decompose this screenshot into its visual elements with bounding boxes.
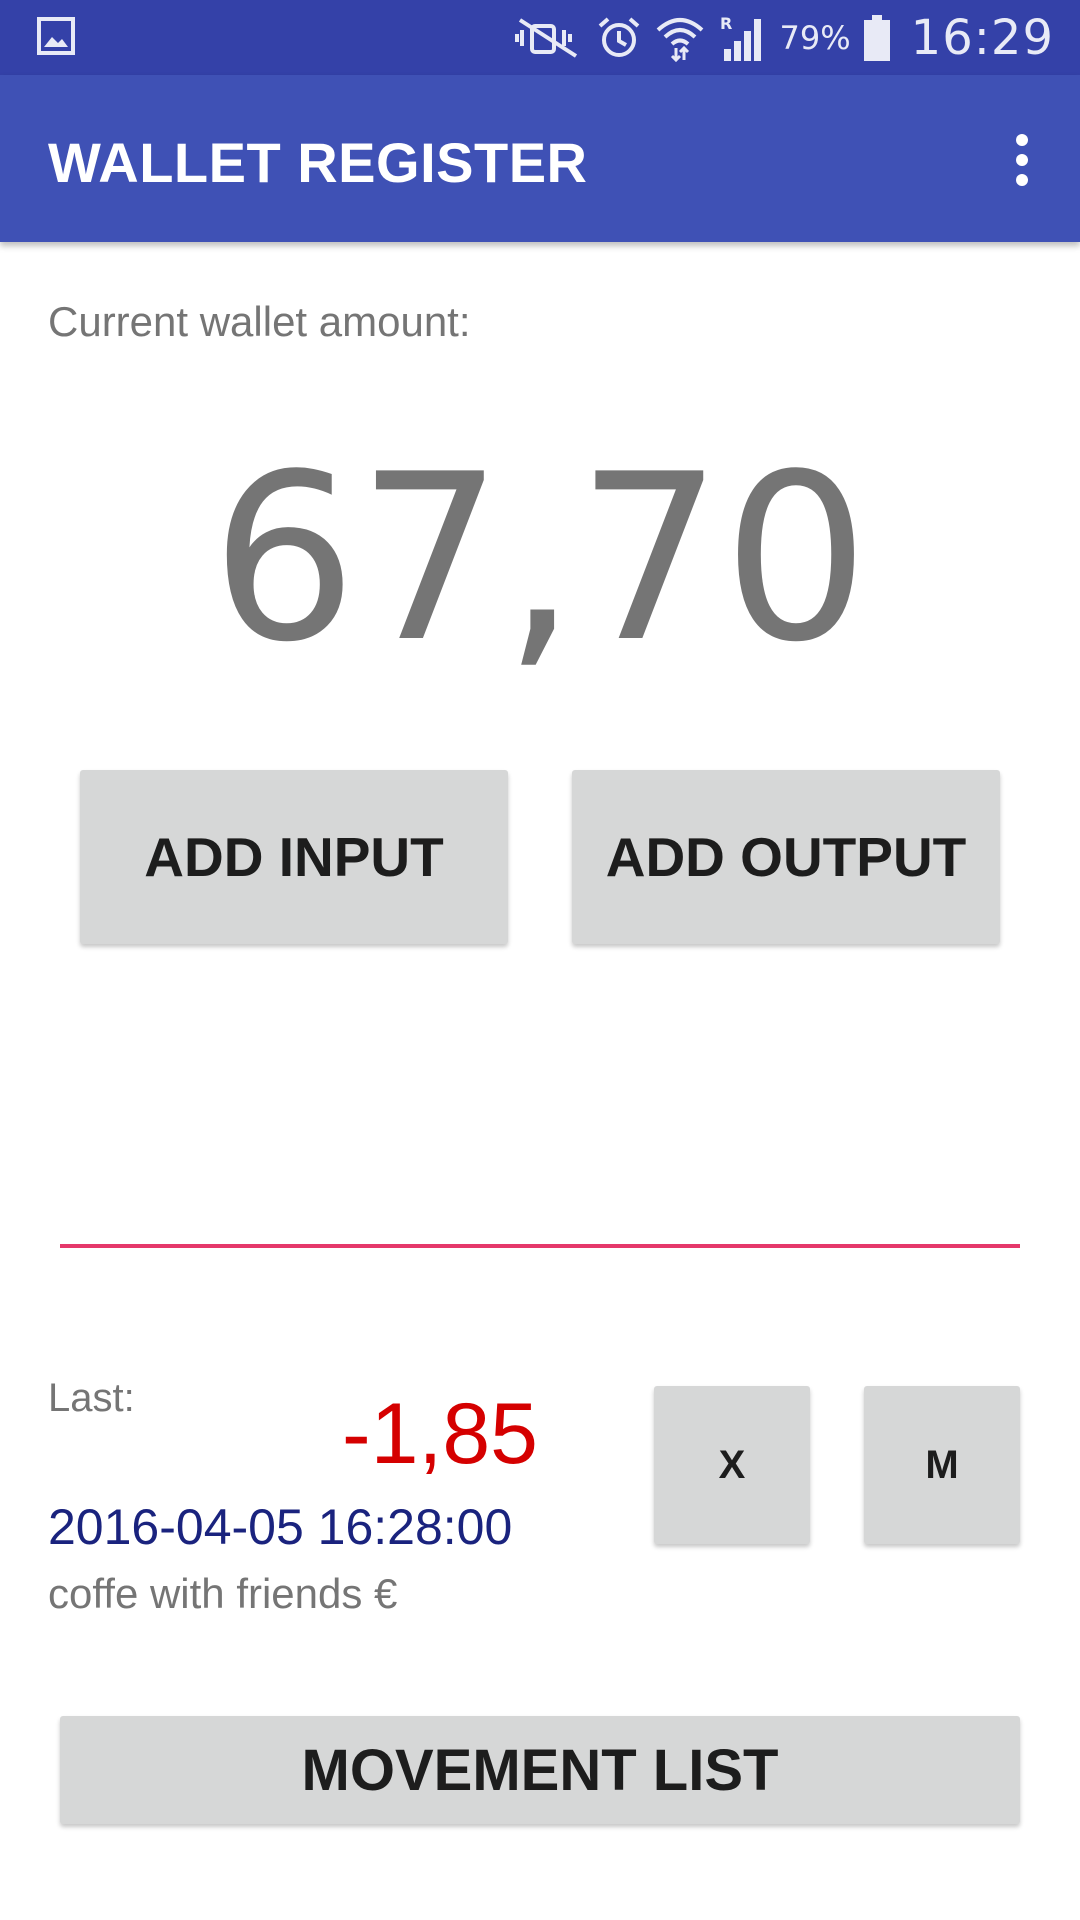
last-movement-label: Last: xyxy=(48,1376,135,1420)
status-icons: R 79% 16:29 xyxy=(514,0,1054,75)
delete-last-button[interactable]: X xyxy=(654,1386,810,1544)
overflow-dot xyxy=(1016,134,1028,146)
divider xyxy=(60,1244,1020,1248)
overflow-dot xyxy=(1016,174,1028,186)
modify-last-button[interactable]: M xyxy=(864,1386,1020,1544)
overflow-dot xyxy=(1016,154,1028,166)
add-output-button[interactable]: ADD OUTPUT xyxy=(572,770,1000,944)
last-movement-value: -1,85 xyxy=(341,1386,538,1482)
more-vert-icon[interactable] xyxy=(1004,130,1040,190)
wallet-amount-label: Current wallet amount: xyxy=(48,298,471,345)
signal-roaming-icon: R xyxy=(720,14,761,61)
last-movement-datetime: 2016-04-05 16:28:00 xyxy=(48,1499,513,1555)
mute-vibrate-icon xyxy=(514,17,577,58)
app-title: WALLET REGISTER xyxy=(48,131,588,194)
movement-list-button[interactable]: MOVEMENT LIST xyxy=(60,1716,1020,1824)
alarm-icon xyxy=(598,16,639,57)
status-bar: R 79% 16:29 xyxy=(0,0,1080,75)
gallery-icon xyxy=(37,17,75,55)
svg-text:R: R xyxy=(720,14,732,33)
wifi-icon xyxy=(656,17,703,62)
last-movement-description: coffe with friends € xyxy=(48,1570,398,1617)
clock: 16:29 xyxy=(910,9,1054,66)
app-bar: WALLET REGISTER xyxy=(0,75,1080,242)
battery-percent: 79% xyxy=(779,18,851,57)
battery-icon xyxy=(863,14,890,61)
add-input-button[interactable]: ADD INPUT xyxy=(80,770,508,944)
wallet-amount: 67,70 xyxy=(210,426,870,693)
